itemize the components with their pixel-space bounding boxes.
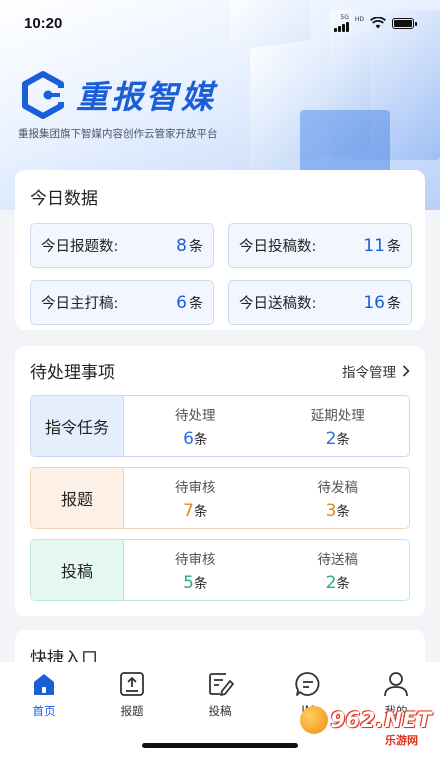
user-icon	[384, 672, 408, 697]
task-count: 5	[183, 572, 194, 593]
stat-sent-today[interactable]: 今日送稿数: 16 条	[228, 280, 412, 325]
stat-unit: 条	[387, 295, 401, 312]
stat-value: 6	[176, 292, 187, 313]
task-count: 2	[325, 428, 337, 449]
tab-label: 报题	[120, 704, 144, 718]
pending-items-card: 待处理事项 指令管理 指令任务 待处理 6条 延期处理 2条 报题 待审核 7条	[15, 346, 425, 616]
stat-label: 今日主打稿:	[41, 296, 119, 312]
task-cell-pending[interactable]: 待处理 6条	[124, 396, 267, 456]
stat-topics-today[interactable]: 今日报题数: 8条	[30, 223, 214, 268]
watermark-text: 962.NET	[330, 708, 432, 732]
today-stats-grid: 今日报题数: 8条 今日投稿数: 11 条 今日主打稿: 6条 今日送稿数: 16…	[30, 223, 412, 325]
task-unit: 条	[336, 431, 350, 448]
stat-unit: 条	[189, 238, 203, 255]
task-unit: 条	[193, 503, 208, 520]
chat-icon	[295, 672, 320, 696]
task-unit: 条	[336, 575, 350, 592]
task-cell-delayed[interactable]: 延期处理 2条	[267, 396, 410, 456]
stat-value: 11	[363, 235, 385, 256]
home-icon	[34, 674, 54, 695]
task-row-label: 报题	[31, 468, 124, 528]
task-row-label: 指令任务	[31, 396, 124, 456]
task-cell-label: 待审核	[175, 479, 216, 496]
stat-value: 16	[363, 292, 385, 313]
battery-icon	[392, 17, 417, 29]
stat-value: 8	[176, 235, 187, 256]
app-tagline: 重报集团旗下智媒内容创作云管家开放平台	[18, 128, 218, 140]
logo-icon	[22, 71, 64, 119]
watermark-subtext: 乐游网	[385, 734, 418, 747]
network-label: 5G	[340, 13, 349, 21]
tab-label: 首页	[32, 704, 56, 718]
task-row-topics[interactable]: 报题 待审核 7条 待发稿 3条	[30, 467, 410, 529]
task-unit: 条	[193, 431, 208, 448]
tab-home[interactable]: 首页	[12, 670, 76, 760]
edit-document-icon	[209, 673, 234, 696]
stat-label: 今日投稿数:	[239, 239, 317, 255]
tab-label: 投稿	[208, 704, 232, 718]
upload-icon	[120, 672, 144, 696]
task-cell-label: 待审核	[175, 551, 216, 568]
task-row-label: 投稿	[31, 540, 124, 600]
task-count: 2	[325, 572, 337, 593]
stat-label: 今日报题数:	[41, 239, 119, 255]
task-row-submissions[interactable]: 投稿 待审核 5条 待送稿 2条	[30, 539, 410, 601]
stat-unit: 条	[387, 238, 401, 255]
network-sub-label: HD	[354, 15, 364, 23]
task-cell-review[interactable]: 待审核 5条	[124, 540, 267, 600]
signal-icon	[333, 21, 349, 32]
task-cell-label: 待发稿	[317, 479, 359, 496]
app-name: 重报智媒	[76, 78, 217, 116]
task-unit: 条	[336, 503, 350, 520]
stat-submissions-today[interactable]: 今日投稿数: 11 条	[228, 223, 412, 268]
stat-headline-today[interactable]: 今日主打稿: 6条	[30, 280, 214, 325]
status-bar: 10:20 5G HD	[0, 0, 440, 46]
wifi-icon	[370, 17, 386, 29]
watermark-logo-icon	[300, 706, 329, 734]
status-icons: 5G HD	[333, 13, 417, 32]
command-management-link[interactable]: 指令管理	[342, 361, 410, 381]
task-unit: 条	[193, 575, 208, 592]
task-row-commands[interactable]: 指令任务 待处理 6条 延期处理 2条	[30, 395, 410, 457]
task-cell-to-publish[interactable]: 待发稿 3条	[267, 468, 410, 528]
task-cell-label: 待送稿	[317, 551, 359, 568]
pending-header: 待处理事项 指令管理	[30, 358, 410, 383]
status-time: 10:20	[24, 14, 63, 32]
watermark: 962.NET 乐游网	[300, 706, 432, 747]
task-cell-review[interactable]: 待审核 7条	[124, 468, 267, 528]
today-data-card: 今日数据 今日报题数: 8条 今日投稿数: 11 条 今日主打稿: 6条 今日送稿…	[15, 170, 425, 330]
command-management-label: 指令管理	[342, 364, 396, 381]
home-indicator	[142, 743, 298, 748]
task-count: 7	[183, 500, 194, 521]
task-cell-label: 延期处理	[310, 407, 365, 424]
stat-label: 今日送稿数:	[239, 296, 317, 312]
task-count: 3	[325, 500, 337, 521]
stat-unit: 条	[189, 295, 203, 312]
today-data-title: 今日数据	[30, 189, 98, 209]
task-cell-to-send[interactable]: 待送稿 2条	[267, 540, 410, 600]
pending-title: 待处理事项	[30, 363, 115, 383]
task-count: 6	[183, 428, 194, 449]
app-logo: 重报智媒	[18, 70, 216, 120]
task-cell-label: 待处理	[175, 407, 216, 424]
chevron-right-icon	[402, 364, 410, 377]
